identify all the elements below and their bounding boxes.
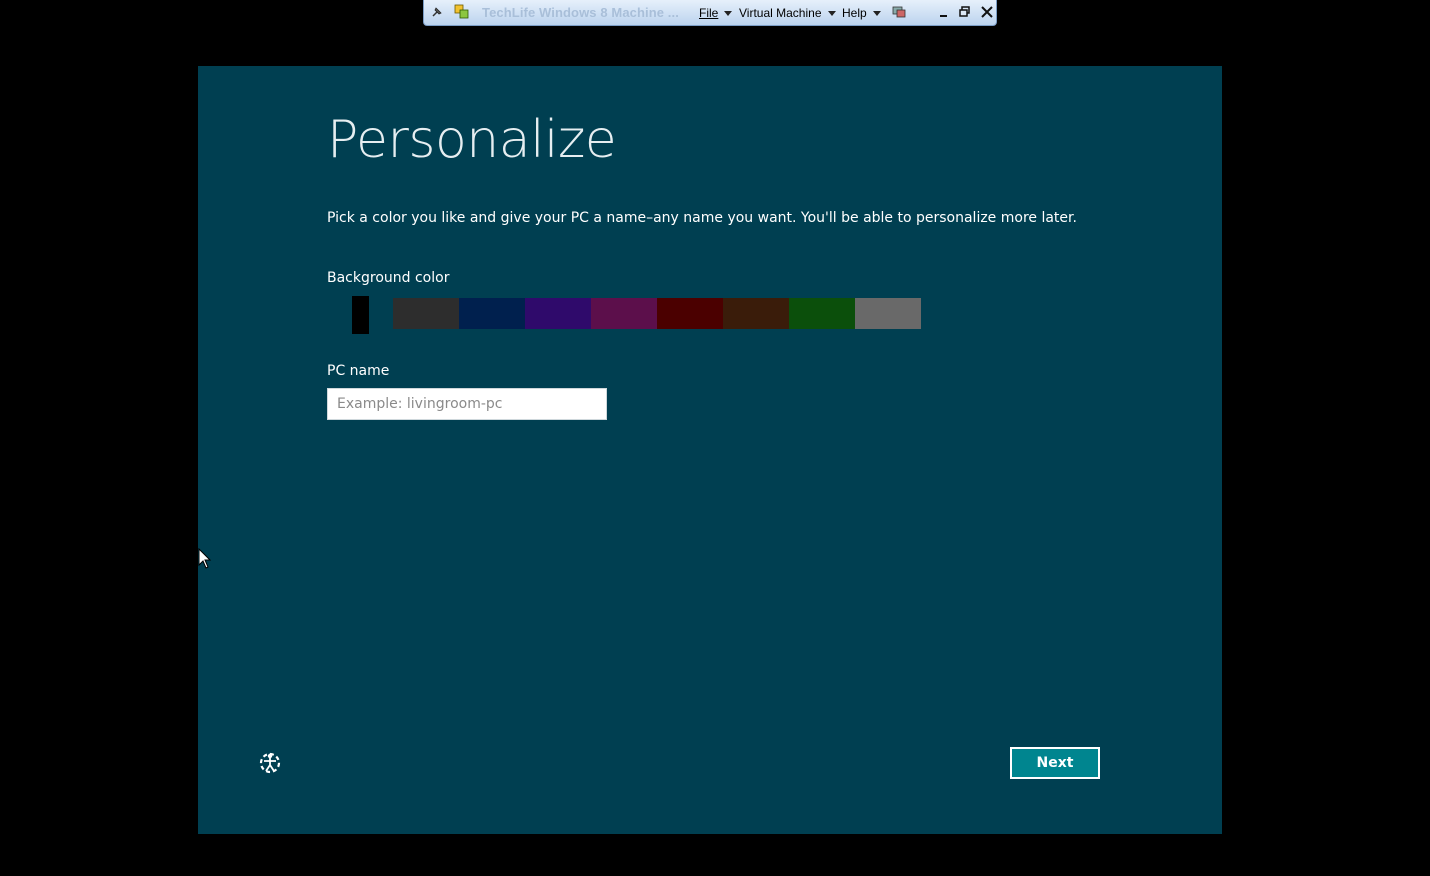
menu-help-label: Help (842, 6, 867, 20)
chevron-down-icon (827, 11, 836, 17)
close-icon[interactable] (979, 4, 995, 20)
ease-of-access-icon[interactable] (257, 750, 283, 776)
personalize-screen: Personalize Pick a color you like and gi… (198, 66, 1222, 834)
color-swatch[interactable] (855, 298, 921, 329)
restore-icon[interactable] (957, 4, 973, 20)
color-swatch[interactable] (327, 296, 393, 334)
swatch-slider-thumb[interactable] (352, 296, 369, 334)
color-swatch[interactable] (591, 298, 657, 329)
vm-logo-icon (454, 4, 469, 19)
vm-title: TechLife Windows 8 Machine ... (482, 5, 679, 20)
remote-desktop-icon[interactable] (891, 4, 907, 20)
pin-icon[interactable] (430, 5, 444, 19)
color-swatch[interactable] (723, 298, 789, 329)
background-color-label: Background color (327, 270, 450, 286)
color-swatch[interactable] (657, 298, 723, 329)
page-description: Pick a color you like and give your PC a… (327, 210, 1077, 226)
pc-name-input[interactable] (327, 388, 607, 420)
menu-virtual-machine[interactable]: Virtual Machine (739, 6, 836, 20)
chevron-down-icon (872, 11, 881, 17)
pc-name-label: PC name (327, 363, 390, 379)
color-swatch-slider[interactable] (327, 296, 921, 334)
page-title: Personalize (327, 110, 617, 170)
menu-vm-label: Virtual Machine (739, 6, 822, 20)
color-swatch[interactable] (789, 298, 855, 329)
menu-help[interactable]: Help (842, 6, 881, 20)
color-swatch[interactable] (459, 298, 525, 329)
chevron-down-icon (724, 11, 733, 17)
menu-file-label: File (699, 6, 719, 20)
menu-file[interactable]: File (699, 6, 733, 20)
minimize-icon[interactable] (936, 4, 952, 20)
color-swatch[interactable] (393, 298, 459, 329)
mouse-pointer-icon (198, 548, 212, 569)
color-swatch[interactable] (525, 298, 591, 329)
vm-toolbar: TechLife Windows 8 Machine ... File Virt… (423, 0, 997, 26)
next-button[interactable]: Next (1010, 747, 1100, 779)
